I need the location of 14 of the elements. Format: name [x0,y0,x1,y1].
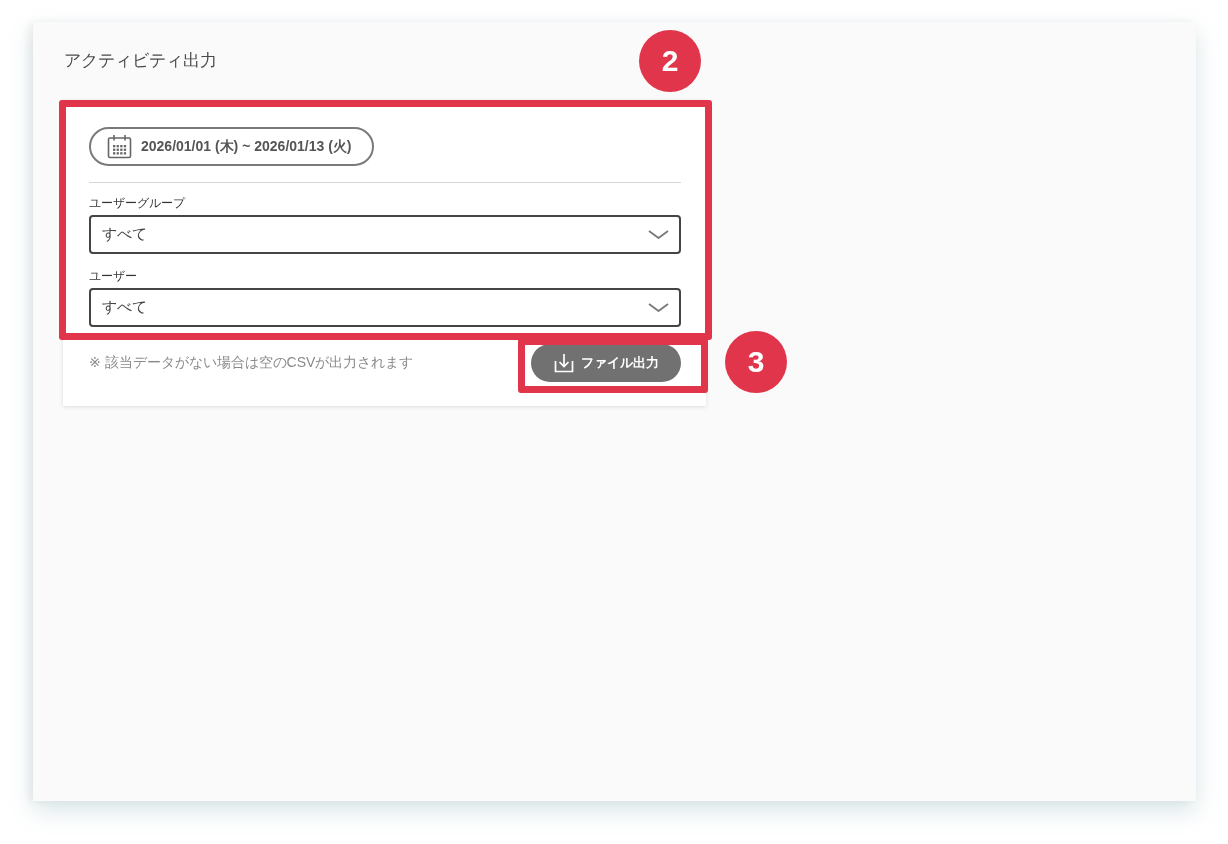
field-label: ユーザー [89,268,137,284]
note-text: ※ 該当データがない場合は空のCSVが出力されます [89,354,414,372]
download-icon [553,353,574,373]
calendar-icon [107,134,132,159]
step-number-marker: 3 [725,331,787,393]
date-range-picker[interactable]: 2026/01/01 (木) ~ 2026/01/13 (火) [89,127,374,166]
chevron-down-icon [648,303,669,312]
page-title: アクティビティ出力 [64,50,217,72]
chevron-down-icon [648,230,669,239]
step-number-marker: 2 [639,30,701,92]
field-label: ユーザーグループ [89,195,185,211]
file-export-button[interactable]: ファイル出力 [531,344,681,382]
dropdown-select[interactable]: すべて [89,215,681,254]
dropdown-select[interactable]: すべて [89,288,681,327]
